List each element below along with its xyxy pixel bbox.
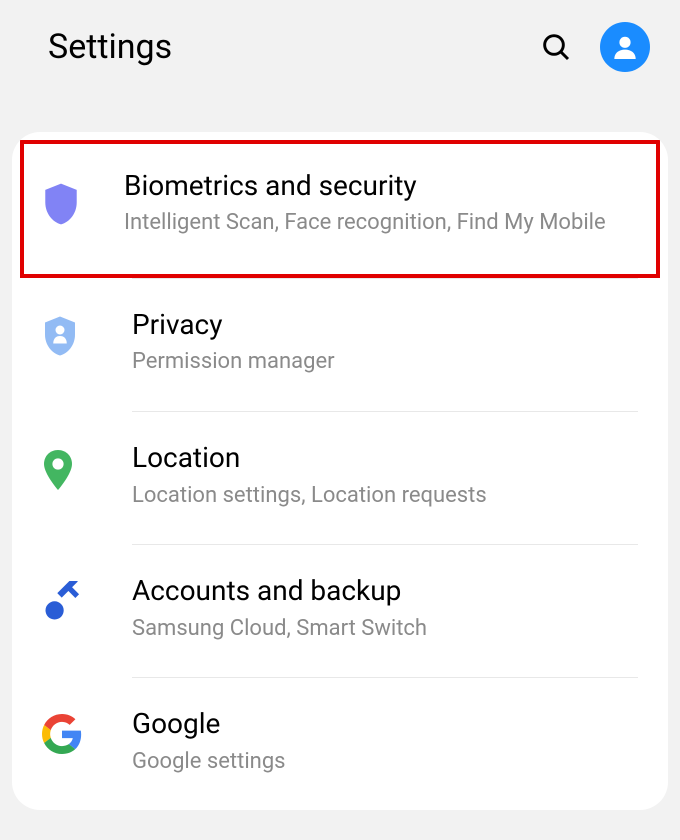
list-item-biometrics[interactable]: Biometrics and security Intelligent Scan… bbox=[20, 140, 660, 278]
privacy-shield-icon bbox=[42, 315, 78, 357]
google-g-icon bbox=[42, 714, 82, 754]
profile-icon[interactable] bbox=[600, 22, 650, 72]
key-icon bbox=[42, 581, 84, 623]
item-title: Location bbox=[132, 440, 628, 476]
item-title: Accounts and backup bbox=[132, 573, 628, 609]
item-subtitle: Google settings bbox=[132, 747, 628, 777]
list-item-google[interactable]: Google Google settings bbox=[12, 678, 668, 810]
list-item-location[interactable]: Location Location settings, Location req… bbox=[12, 412, 668, 544]
settings-card: Biometrics and security Intelligent Scan… bbox=[12, 132, 668, 810]
item-title: Biometrics and security bbox=[124, 168, 628, 204]
location-pin-icon bbox=[42, 448, 74, 492]
page-title: Settings bbox=[48, 27, 172, 67]
item-subtitle: Samsung Cloud, Smart Switch bbox=[132, 614, 628, 644]
header-actions bbox=[540, 22, 650, 72]
item-subtitle: Location settings, Location requests bbox=[132, 481, 628, 511]
search-icon[interactable] bbox=[540, 31, 572, 63]
header: Settings bbox=[0, 0, 680, 132]
item-subtitle: Permission manager bbox=[132, 347, 628, 377]
item-title: Google bbox=[132, 706, 628, 742]
shield-icon bbox=[42, 182, 80, 226]
list-item-accounts[interactable]: Accounts and backup Samsung Cloud, Smart… bbox=[12, 545, 668, 677]
item-title: Privacy bbox=[132, 307, 628, 343]
list-item-privacy[interactable]: Privacy Permission manager bbox=[12, 279, 668, 411]
item-subtitle: Intelligent Scan, Face recognition, Find… bbox=[124, 208, 628, 238]
